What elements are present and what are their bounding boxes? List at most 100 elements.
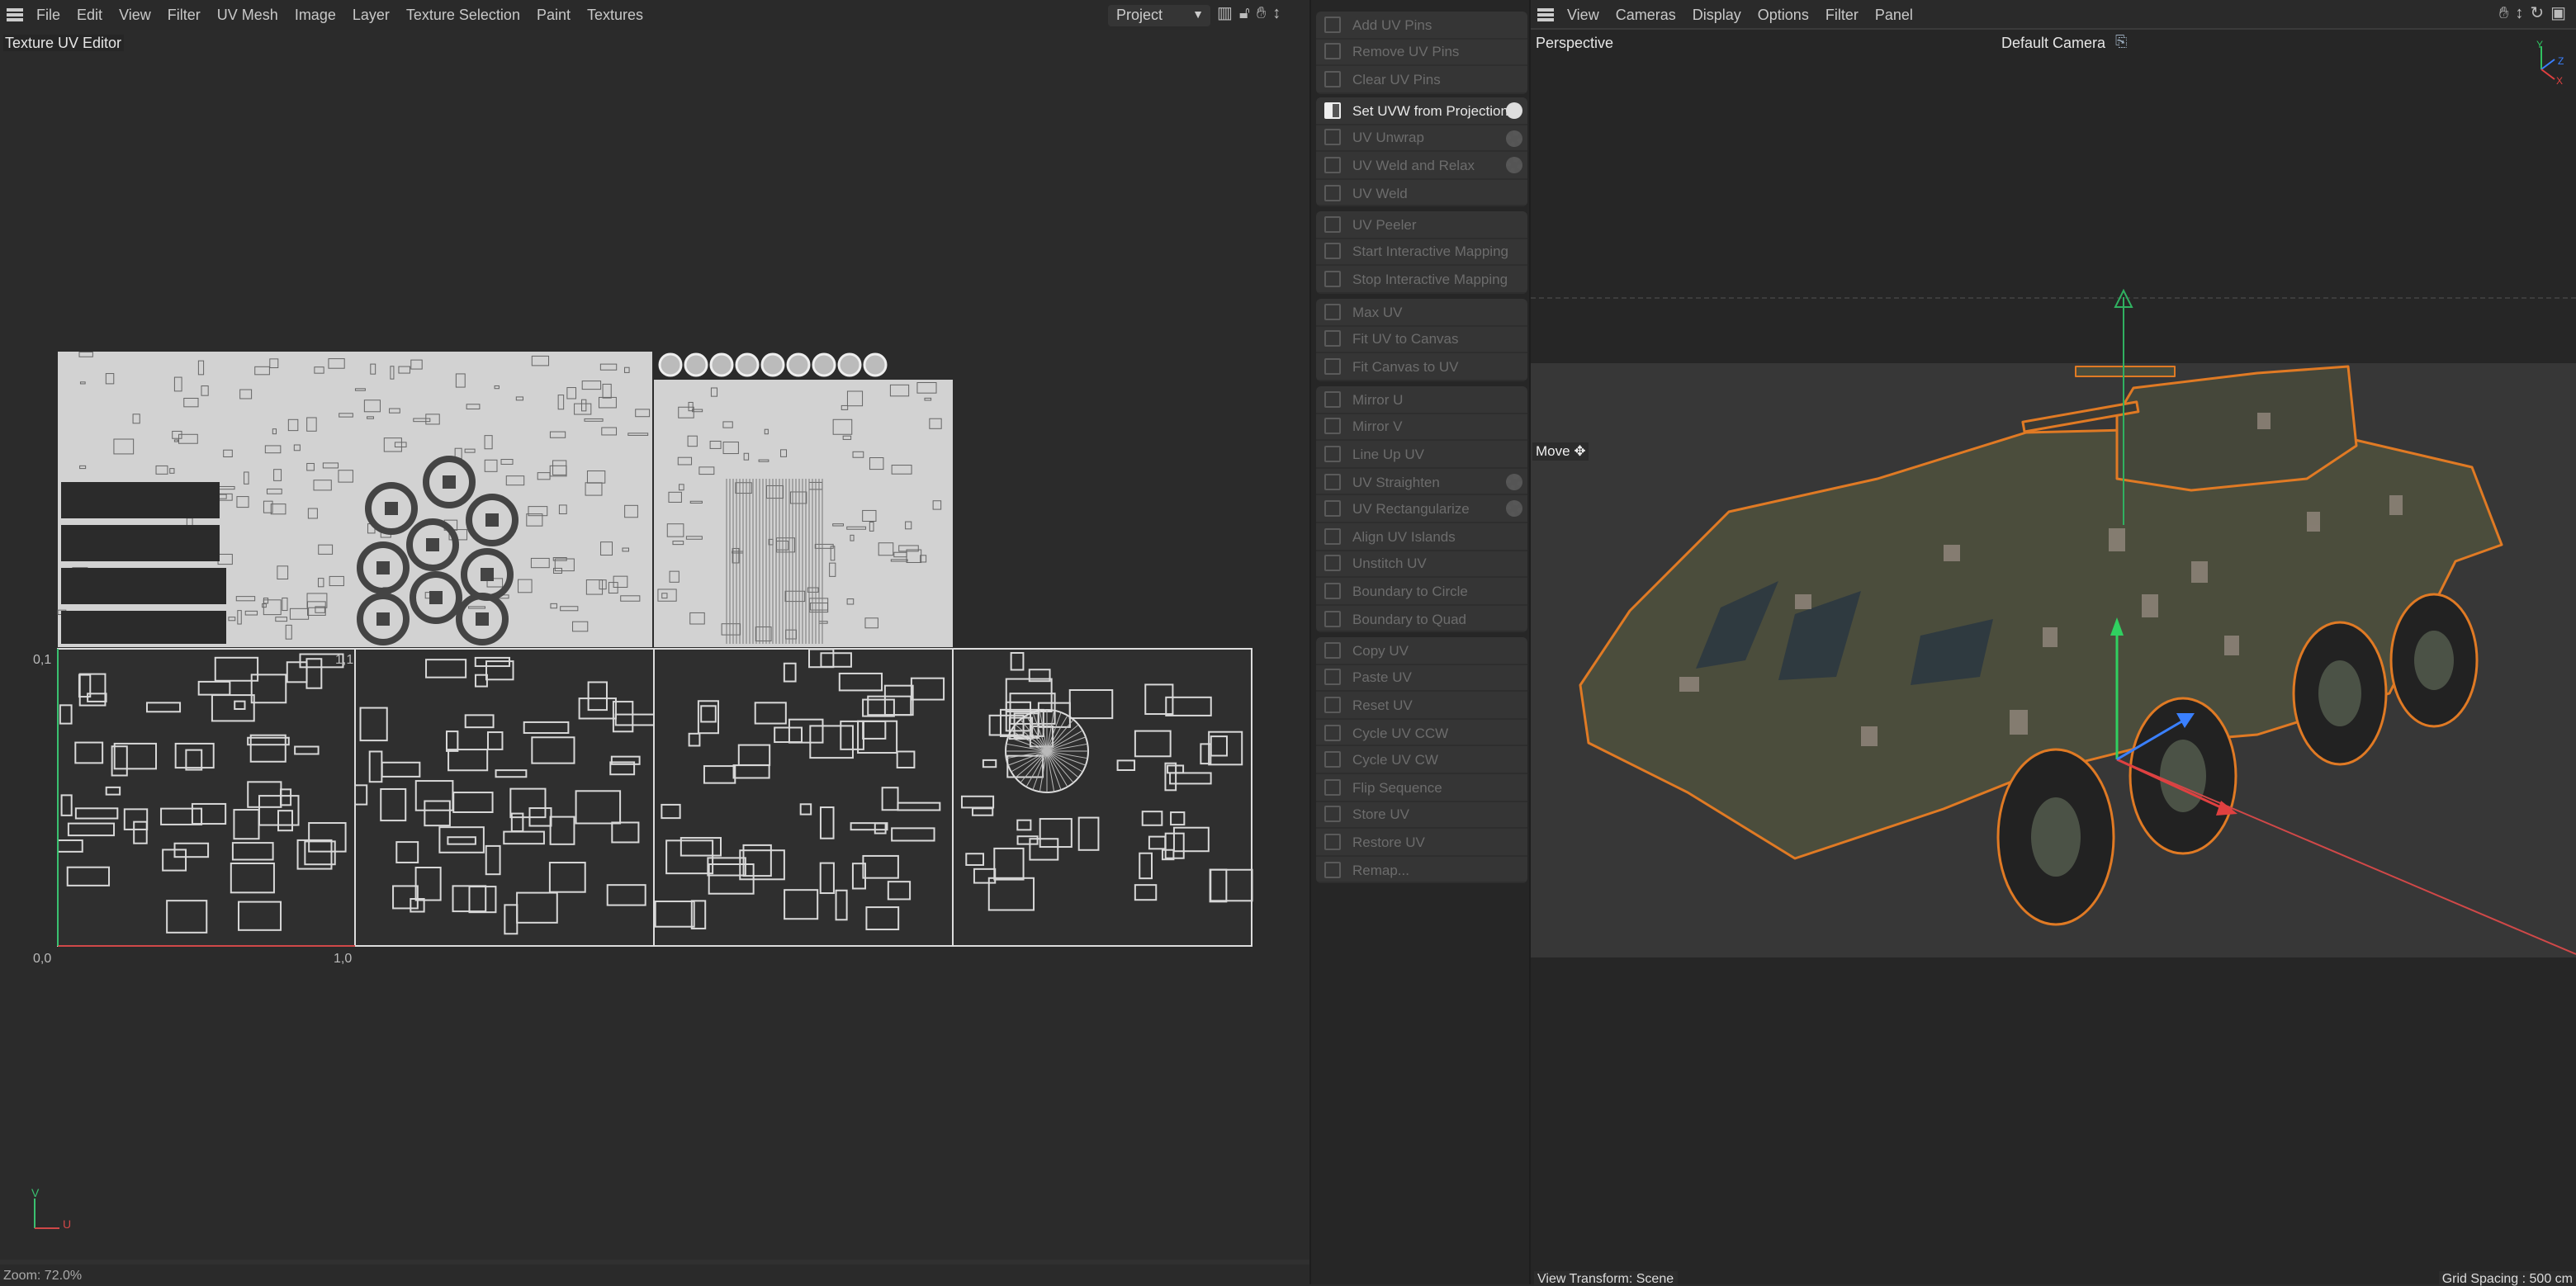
- uv-tile: [654, 380, 953, 647]
- command-mirror-u[interactable]: Mirror U: [1316, 386, 1527, 414]
- command-label: Boundary to Circle: [1352, 582, 1468, 599]
- gear-icon[interactable]: [1506, 500, 1522, 518]
- command-group: UV Peeler Start Interactive Mapping Stop I…: [1316, 211, 1527, 294]
- command-label: Fit Canvas to UV: [1352, 357, 1459, 375]
- command-label: Line Up UV: [1352, 445, 1424, 462]
- restore-icon: [1324, 833, 1341, 850]
- command-label: Flip Sequence: [1352, 778, 1442, 796]
- quad-icon: [1324, 610, 1341, 627]
- command-label: Stop Interactive Mapping: [1352, 270, 1508, 287]
- command-uv-weld-and-relax[interactable]: UV Weld and Relax: [1316, 152, 1527, 180]
- align-icon: [1324, 527, 1341, 545]
- command-mirror-v[interactable]: Mirror V: [1316, 414, 1527, 442]
- close-icon: [1324, 70, 1341, 87]
- command-label: Store UV: [1352, 806, 1409, 823]
- vehicle-launcher: [2075, 366, 2176, 377]
- uv-tile: [952, 648, 1252, 947]
- command-reset-uv[interactable]: Reset UV: [1316, 692, 1527, 720]
- command-align-uv-islands[interactable]: Align UV Islands: [1316, 523, 1527, 551]
- command-uv-weld[interactable]: UV Weld: [1316, 180, 1527, 207]
- command-label: Add UV Pins: [1352, 16, 1432, 33]
- v-axis-label: V: [31, 1189, 40, 1200]
- stop-icon: [1324, 270, 1341, 287]
- command-add-uv-pins[interactable]: Add UV Pins: [1316, 12, 1527, 40]
- command-label: UV Rectangularize: [1352, 500, 1470, 518]
- copy-icon: [1324, 641, 1341, 659]
- command-label: Copy UV: [1352, 641, 1409, 659]
- unstitch-icon: [1324, 555, 1341, 572]
- command-label: Start Interactive Mapping: [1352, 243, 1508, 260]
- circle-icon: [1324, 582, 1341, 599]
- ccw-icon: [1324, 724, 1341, 741]
- pin-remove-icon: [1324, 43, 1341, 60]
- zoom-status: Zoom: 72.0%: [3, 1268, 83, 1283]
- command-restore-uv[interactable]: Restore UV: [1316, 829, 1527, 857]
- uv-canvas[interactable]: [0, 0, 1309, 1255]
- command-uv-peeler[interactable]: UV Peeler: [1316, 211, 1527, 239]
- mirror-v-icon: [1324, 418, 1341, 435]
- gear-icon[interactable]: [1506, 130, 1522, 147]
- gear-icon[interactable]: [1506, 102, 1522, 119]
- command-unstitch-uv[interactable]: Unstitch UV: [1316, 551, 1527, 579]
- remap-icon: [1324, 861, 1341, 878]
- texture-uv-editor-panel: File Edit View Filter UV Mesh Image Laye…: [0, 0, 1309, 1284]
- command-group: Set UVW from Projection UV Unwrap UV Weld …: [1316, 97, 1527, 207]
- status-bar: Zoom: 72.0%: [0, 1260, 1309, 1284]
- command-cycle-uv-ccw[interactable]: Cycle UV CCW: [1316, 720, 1527, 747]
- rectangularize-icon: [1324, 500, 1341, 518]
- command-store-uv[interactable]: Store UV: [1316, 801, 1527, 830]
- command-clear-uv-pins[interactable]: Clear UV Pins: [1316, 66, 1527, 94]
- gear-icon[interactable]: [1506, 157, 1522, 174]
- command-start-interactive-mapping[interactable]: Start Interactive Mapping: [1316, 239, 1527, 267]
- uv-commands-panel: Add UV Pins Remove UV Pins Clear UV Pins Se…: [1309, 0, 1531, 1284]
- cw-icon: [1324, 751, 1341, 768]
- max-uv-icon: [1324, 303, 1341, 320]
- command-flip-sequence[interactable]: Flip Sequence: [1316, 774, 1527, 802]
- command-fit-uv-to-canvas[interactable]: Fit UV to Canvas: [1316, 326, 1527, 354]
- command-max-uv[interactable]: Max UV: [1316, 299, 1527, 327]
- command-stop-interactive-mapping[interactable]: Stop Interactive Mapping: [1316, 266, 1527, 294]
- command-label: Clear UV Pins: [1352, 70, 1441, 87]
- gear-icon[interactable]: [1506, 473, 1522, 490]
- command-cycle-uv-cw[interactable]: Cycle UV CW: [1316, 747, 1527, 774]
- command-label: Remove UV Pins: [1352, 43, 1460, 60]
- command-label: Mirror U: [1352, 390, 1404, 408]
- command-boundary-to-circle[interactable]: Boundary to Circle: [1316, 578, 1527, 606]
- command-set-uvw-from-projection[interactable]: Set UVW from Projection: [1316, 97, 1527, 125]
- grid-spacing-status: Grid Spacing : 500 cm: [2438, 1271, 2576, 1286]
- 3d-viewport[interactable]: View Cameras Display Options Filter Pane…: [1531, 0, 2576, 1286]
- command-remap[interactable]: Remap...: [1316, 857, 1527, 884]
- command-label: UV Weld and Relax: [1352, 156, 1475, 173]
- vehicle-model[interactable]: [1531, 0, 2576, 991]
- command-uv-rectangularize[interactable]: UV Rectangularize: [1316, 496, 1527, 523]
- play-icon: [1324, 243, 1341, 260]
- command-fit-canvas-to-uv[interactable]: Fit Canvas to UV: [1316, 353, 1527, 381]
- pin-icon: [1324, 16, 1341, 33]
- command-paste-uv[interactable]: Paste UV: [1316, 664, 1527, 693]
- command-group: Max UV Fit UV to Canvas Fit Canvas to UV: [1316, 299, 1527, 381]
- command-group: Mirror U Mirror V Line Up UV UV Straighten U…: [1316, 386, 1527, 633]
- command-copy-uv[interactable]: Copy UV: [1316, 637, 1527, 665]
- store-icon: [1324, 806, 1341, 823]
- command-label: Reset UV: [1352, 696, 1413, 713]
- command-remove-uv-pins[interactable]: Remove UV Pins: [1316, 39, 1527, 67]
- command-uv-straighten[interactable]: UV Straighten: [1316, 469, 1527, 496]
- command-boundary-to-quad[interactable]: Boundary to Quad: [1316, 606, 1527, 633]
- command-label: Unstitch UV: [1352, 555, 1427, 572]
- command-label: UV Unwrap: [1352, 129, 1424, 146]
- flip-icon: [1324, 778, 1341, 796]
- reset-icon: [1324, 696, 1341, 713]
- world-x-axis-line: [2116, 759, 2576, 955]
- weld-relax-icon: [1324, 156, 1341, 173]
- uv-tile: [354, 648, 655, 947]
- command-uv-unwrap[interactable]: UV Unwrap: [1316, 125, 1527, 153]
- straighten-icon: [1324, 473, 1341, 490]
- command-label: Remap...: [1352, 861, 1409, 878]
- command-group: Copy UV Paste UV Reset UV Cycle UV CCW Cycle…: [1316, 637, 1527, 884]
- command-label: Mirror V: [1352, 418, 1403, 435]
- command-group: Add UV Pins Remove UV Pins Clear UV Pins: [1316, 12, 1527, 94]
- command-line-up-uv[interactable]: Line Up UV: [1316, 441, 1527, 469]
- command-label: UV Weld: [1352, 184, 1408, 201]
- command-label: Boundary to Quad: [1352, 610, 1466, 627]
- command-label: Restore UV: [1352, 833, 1425, 850]
